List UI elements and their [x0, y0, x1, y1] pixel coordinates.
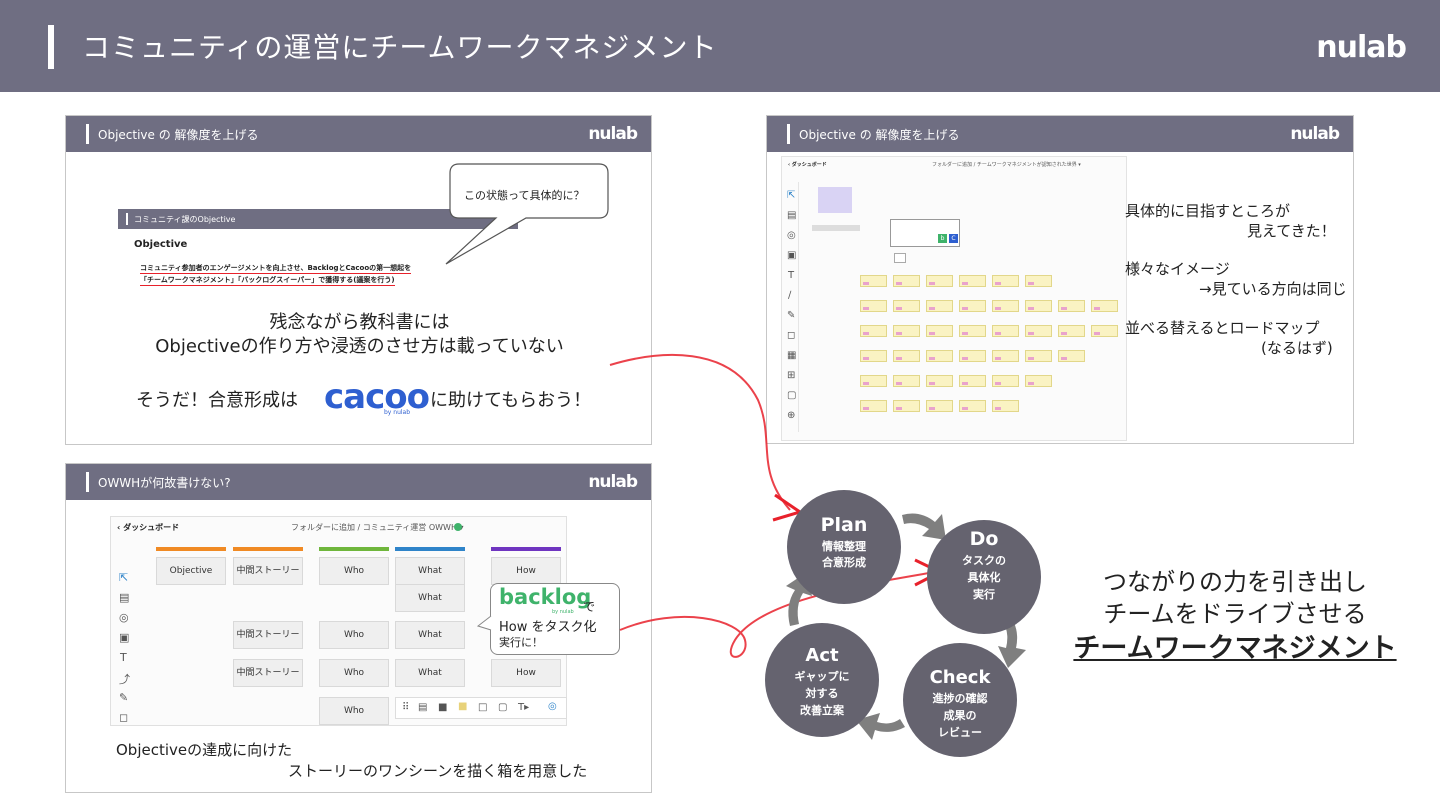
tagline-line-2: チームをドライブさせる [1103, 600, 1367, 628]
plan-title: Plan [820, 514, 868, 536]
do-line-3: 実行 [973, 588, 995, 601]
tagline-line-3: チームワークマネジメント [1073, 633, 1397, 664]
do-line-1: タスクの [962, 554, 1006, 567]
slide: コミュニティの運営にチームワークマネジメント nulab Objective の… [0, 0, 1440, 810]
check-title: Check [929, 667, 991, 688]
plan-line-1: 情報整理 [822, 540, 866, 553]
tagline-line-1: つながりの力を引き出し [1103, 568, 1367, 596]
act-line-3: 改善立案 [800, 704, 844, 717]
do-line-2: 具体化 [967, 571, 1001, 584]
check-line-3: レビュー [938, 726, 982, 739]
act-title: Act [805, 645, 839, 666]
do-title: Do [969, 528, 999, 550]
pdca-cycle [765, 490, 1041, 757]
act-line-1: ギャップに [794, 670, 850, 683]
check-line-2: 成果の [943, 709, 977, 722]
plan-line-2: 合意形成 [822, 556, 866, 569]
act-line-2: 対する [805, 687, 839, 700]
check-line-1: 進捗の確認 [932, 692, 988, 705]
